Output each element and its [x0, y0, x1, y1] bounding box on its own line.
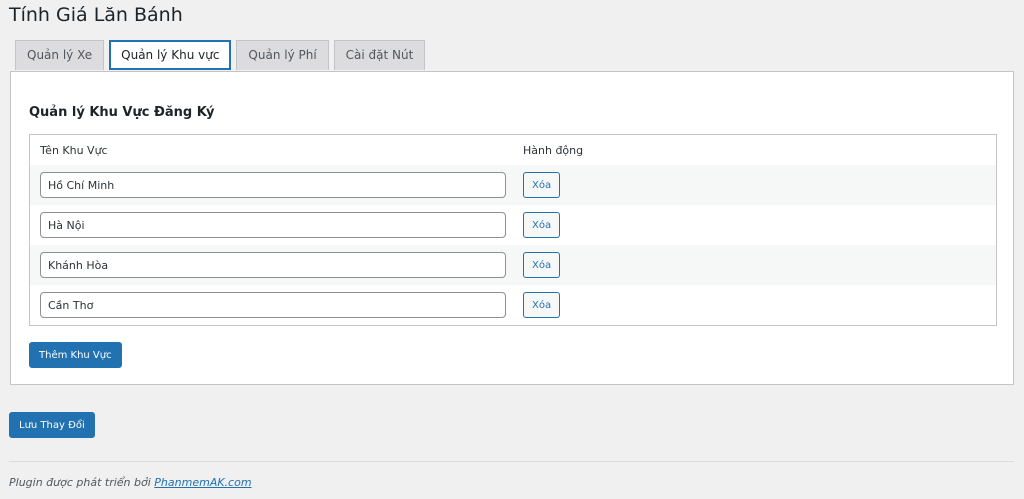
table-row: Xóa: [30, 285, 996, 325]
page-title: Tính Giá Lăn Bánh: [9, 4, 183, 26]
tab-button-settings[interactable]: Cài đặt Nút: [333, 40, 426, 70]
table-row: Xóa: [30, 165, 996, 205]
delete-region-button[interactable]: Xóa: [523, 292, 561, 318]
delete-region-button[interactable]: Xóa: [523, 252, 561, 278]
regions-table: Tên Khu Vực Hành động Xóa Xóa Xóa: [29, 134, 997, 326]
column-header-action: Hành động: [523, 143, 584, 157]
tab-fees[interactable]: Quản lý Phí: [236, 40, 329, 70]
regions-panel: Quản lý Khu Vực Đăng Ký Tên Khu Vực Hành…: [10, 71, 1014, 385]
footer: Plugin được phát triển bởi PhanmemAK.com: [9, 476, 252, 489]
region-name-input[interactable]: [40, 212, 506, 238]
table-header: Tên Khu Vực Hành động: [30, 135, 996, 165]
table-row: Xóa: [30, 205, 996, 245]
footer-divider: [9, 461, 1014, 462]
column-header-name: Tên Khu Vực: [40, 143, 108, 157]
delete-region-button[interactable]: Xóa: [523, 212, 561, 238]
footer-text: Plugin được phát triển bởi: [9, 476, 151, 489]
region-name-input[interactable]: [40, 292, 506, 318]
developer-link[interactable]: PhanmemAK.com: [154, 476, 251, 489]
tab-vehicles[interactable]: Quản lý Xe: [15, 40, 105, 70]
tab-regions[interactable]: Quản lý Khu vực: [109, 40, 232, 70]
region-name-input[interactable]: [40, 172, 506, 198]
add-region-button[interactable]: Thêm Khu Vực: [29, 342, 122, 368]
table-row: Xóa: [30, 245, 996, 285]
tab-bar: Quản lý Xe Quản lý Khu vực Quản lý Phí C…: [15, 40, 426, 70]
section-title: Quản lý Khu Vực Đăng Ký: [29, 105, 215, 120]
delete-region-button[interactable]: Xóa: [523, 172, 561, 198]
region-name-input[interactable]: [40, 252, 506, 278]
save-changes-button[interactable]: Lưu Thay Đổi: [9, 412, 95, 438]
